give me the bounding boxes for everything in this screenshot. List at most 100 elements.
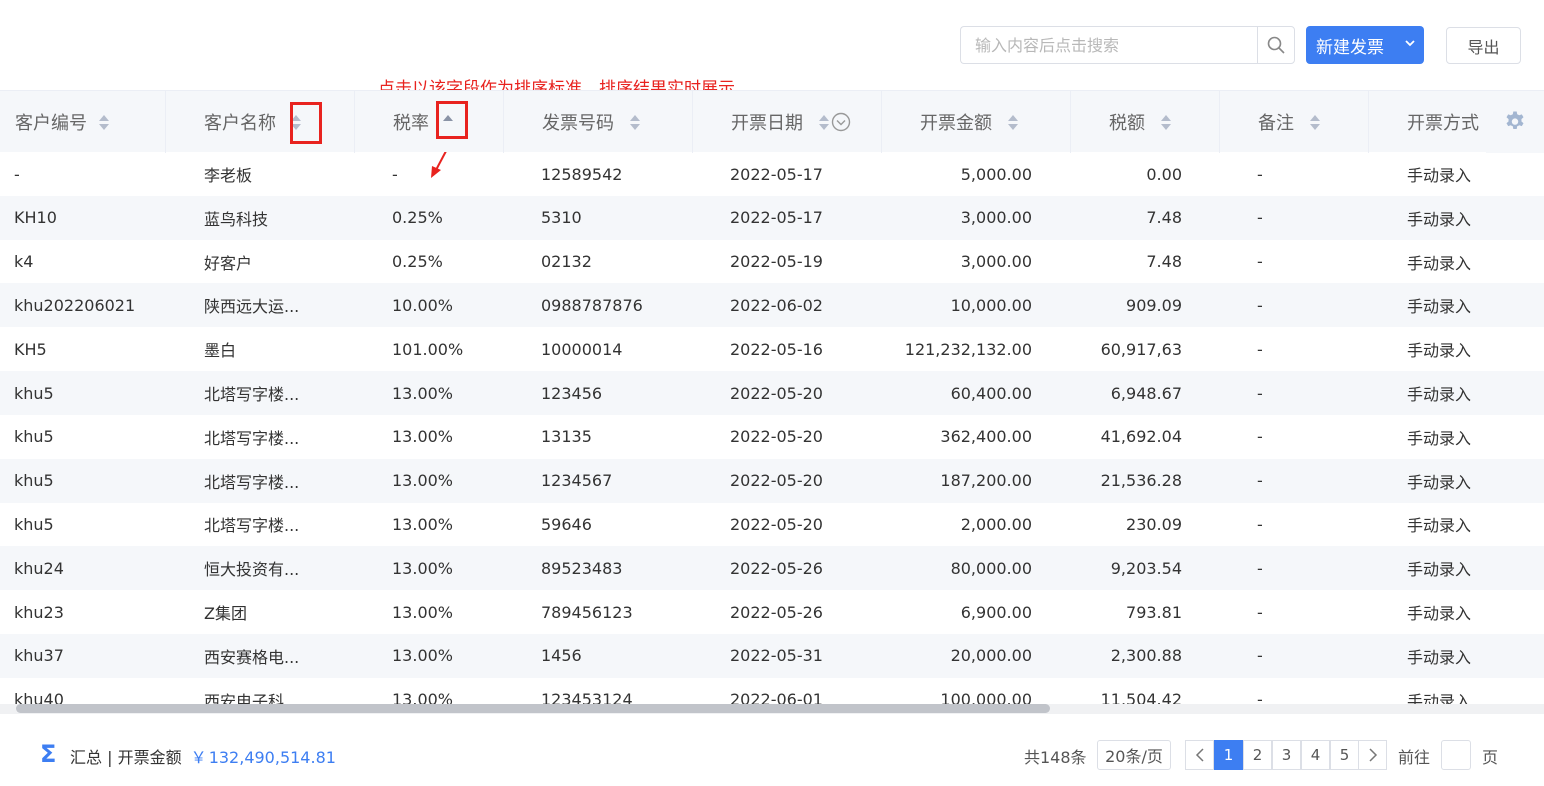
column-label: 税额 — [1109, 113, 1145, 134]
sort-icon[interactable] — [630, 113, 640, 131]
cell-customer-name: 蓝鸟科技 — [204, 209, 269, 229]
page-button[interactable]: 2 — [1243, 740, 1272, 770]
table-row[interactable]: KH10 蓝鸟科技 0.25% 5310 2022-05-17 3,000.00 7.48 -… — [0, 195, 1544, 240]
cell-customer-name: 北塔写字楼... — [204, 516, 300, 536]
sort-icon[interactable] — [99, 113, 109, 131]
cell-remark: - — [1257, 690, 1263, 706]
cell-tax-amount: 7.48 — [1146, 208, 1182, 228]
cell-remark: - — [1257, 558, 1263, 578]
cell-invoice-amount: 3,000.00 — [960, 252, 1032, 272]
highlight-box — [290, 102, 322, 144]
page-unit-label: 页 — [1482, 748, 1499, 767]
cell-invoice-amount: 10,000.00 — [950, 295, 1032, 315]
cell-invoice-number: 59646 — [541, 514, 592, 534]
table-row[interactable]: khu24 恒大投资有... 13.00% 89523483 2022-05-26 80,… — [0, 546, 1544, 591]
table-row[interactable]: khu5 北塔写字楼... 13.00% 1234567 2022-05-20 187,2… — [0, 458, 1544, 503]
export-button[interactable]: 导出 — [1446, 27, 1521, 64]
new-invoice-button[interactable]: 新建发票 — [1306, 26, 1424, 64]
table-row[interactable]: khu37 西安赛格电... 13.00% 1456 2022-05-31 20,000.… — [0, 633, 1544, 678]
cell-invoice-method: 手动录入 — [1407, 166, 1472, 185]
cell-invoice-method: 手动录入 — [1407, 691, 1472, 706]
column-label: 客户名称 — [204, 113, 276, 134]
cell-invoice-date: 2022-06-01 — [730, 690, 823, 706]
table-row[interactable]: khu23 Z集团 13.00% 789456123 2022-05-26 6,900.0… — [0, 590, 1544, 634]
cell-invoice-method: 手动录入 — [1407, 472, 1472, 492]
cell-tax-amount: 6,948.67 — [1110, 383, 1182, 403]
cell-invoice-amount: 20,000.00 — [950, 646, 1032, 666]
sort-icon[interactable] — [1310, 113, 1320, 131]
cell-invoice-method: 手动录入 — [1407, 385, 1472, 404]
column-label: 开票日期 — [731, 113, 803, 134]
column-header-invoice-date[interactable]: 开票日期 — [693, 91, 882, 153]
sort-icon[interactable] — [1008, 113, 1018, 131]
cell-tax-rate: - — [392, 164, 398, 184]
cell-customer-code: KH10 — [14, 208, 57, 228]
cell-invoice-date: 2022-06-02 — [730, 295, 823, 315]
cell-customer-code: khu24 — [14, 558, 64, 578]
summary-label: 汇总 | 开票金额 — [70, 748, 182, 767]
cell-invoice-date: 2022-05-26 — [730, 558, 823, 578]
cell-invoice-amount: 5,000.00 — [960, 164, 1032, 184]
horizontal-scrollbar-thumb[interactable] — [16, 704, 1050, 713]
column-header-tax-rate[interactable]: 税率 — [355, 91, 504, 153]
goto-label: 前往 — [1398, 748, 1431, 767]
search-button[interactable] — [1257, 26, 1295, 64]
chevron-down-icon[interactable] — [1404, 37, 1416, 49]
sort-icon[interactable] — [819, 113, 829, 131]
cell-tax-amount: 41,692.04 — [1100, 427, 1182, 447]
page-button[interactable]: 1 — [1214, 740, 1243, 770]
cell-tax-amount: 793.81 — [1126, 602, 1182, 622]
column-header-tax-amount[interactable]: 税额 — [1071, 91, 1220, 153]
table-row[interactable]: KH5 墨白 101.00% 10000014 2022-05-16 121,232,13… — [0, 327, 1544, 371]
next-page-button[interactable] — [1358, 740, 1387, 770]
column-header-customer-name[interactable]: 客户名称 — [166, 91, 355, 153]
cell-remark: - — [1257, 339, 1263, 359]
page-button[interactable]: 5 — [1330, 740, 1359, 770]
cell-tax-rate: 13.00% — [392, 690, 454, 706]
cell-invoice-method: 手动录入 — [1407, 341, 1472, 361]
table-row[interactable]: k4 好客户 0.25% 02132 2022-05-19 3,000.00 7.48 - 手动… — [0, 240, 1544, 284]
table-row[interactable]: khu202206021 陕西远大运... 10.00% 0988787876 2022… — [0, 283, 1544, 328]
cell-invoice-amount: 2,000.00 — [960, 514, 1032, 534]
sort-icon[interactable] — [1161, 113, 1171, 131]
cell-invoice-date: 2022-05-20 — [730, 383, 823, 403]
cell-customer-name: 陕西远大运... — [204, 297, 300, 317]
column-label: 开票方式 — [1407, 113, 1479, 134]
table-row[interactable]: khu5 北塔写字楼... 13.00% 13135 2022-05-20 362,400… — [0, 415, 1544, 459]
page-button[interactable]: 4 — [1301, 740, 1330, 770]
search-icon — [1267, 36, 1285, 54]
filter-dropdown-icon[interactable] — [831, 112, 851, 132]
cell-invoice-method: 手动录入 — [1407, 253, 1472, 273]
cell-invoice-method: 手动录入 — [1407, 604, 1472, 623]
cell-tax-amount: 21,536.28 — [1100, 471, 1182, 491]
search-input[interactable] — [960, 26, 1258, 64]
cell-tax-rate: 13.00% — [392, 427, 454, 447]
page-button[interactable]: 3 — [1272, 740, 1301, 770]
column-header-customer-code[interactable]: 客户编号 — [0, 91, 166, 153]
table-header: 客户编号 客户名称 税率 发票号码 开票日期 开票金额 税额 备注 开票方式 — [0, 90, 1544, 153]
column-header-remark[interactable]: 备注 — [1220, 91, 1369, 153]
cell-invoice-amount: 6,900.00 — [960, 602, 1032, 622]
cell-tax-amount: 909.09 — [1126, 295, 1182, 315]
cell-customer-code: khu40 — [14, 690, 64, 706]
cell-customer-name: 墨白 — [204, 341, 237, 361]
column-settings-button[interactable] — [1486, 91, 1544, 153]
cell-remark: - — [1257, 295, 1263, 315]
page-size-select[interactable]: 20条/页 — [1097, 740, 1171, 770]
table-row[interactable]: khu5 北塔写字楼... 13.00% 123456 2022-05-20 60,400… — [0, 371, 1544, 415]
table-row[interactable]: khu40 西安电子科... 13.00% 123453124 2022-06-01 10… — [0, 678, 1544, 706]
table-row[interactable]: khu5 北塔写字楼... 13.00% 59646 2022-05-20 2,000.0… — [0, 502, 1544, 546]
prev-page-button[interactable] — [1185, 740, 1214, 770]
cell-customer-name: 好客户 — [204, 253, 253, 273]
table-row[interactable]: - 李老板 - 12589542 2022-05-17 5,000.00 0.00 - 手动录入 — [0, 152, 1544, 196]
cell-invoice-method: 手动录入 — [1407, 428, 1472, 448]
cell-invoice-amount: 100,000.00 — [940, 690, 1032, 706]
goto-page-input[interactable] — [1441, 740, 1471, 770]
cell-invoice-method: 手动录入 — [1407, 560, 1472, 580]
cell-tax-rate: 13.00% — [392, 602, 454, 622]
cell-tax-amount: 230.09 — [1126, 514, 1182, 534]
cell-customer-name: 北塔写字楼... — [204, 428, 300, 448]
column-header-invoice-number[interactable]: 发票号码 — [504, 91, 693, 153]
column-header-invoice-amount[interactable]: 开票金额 — [882, 91, 1071, 153]
cell-invoice-number: 1234567 — [541, 471, 613, 491]
